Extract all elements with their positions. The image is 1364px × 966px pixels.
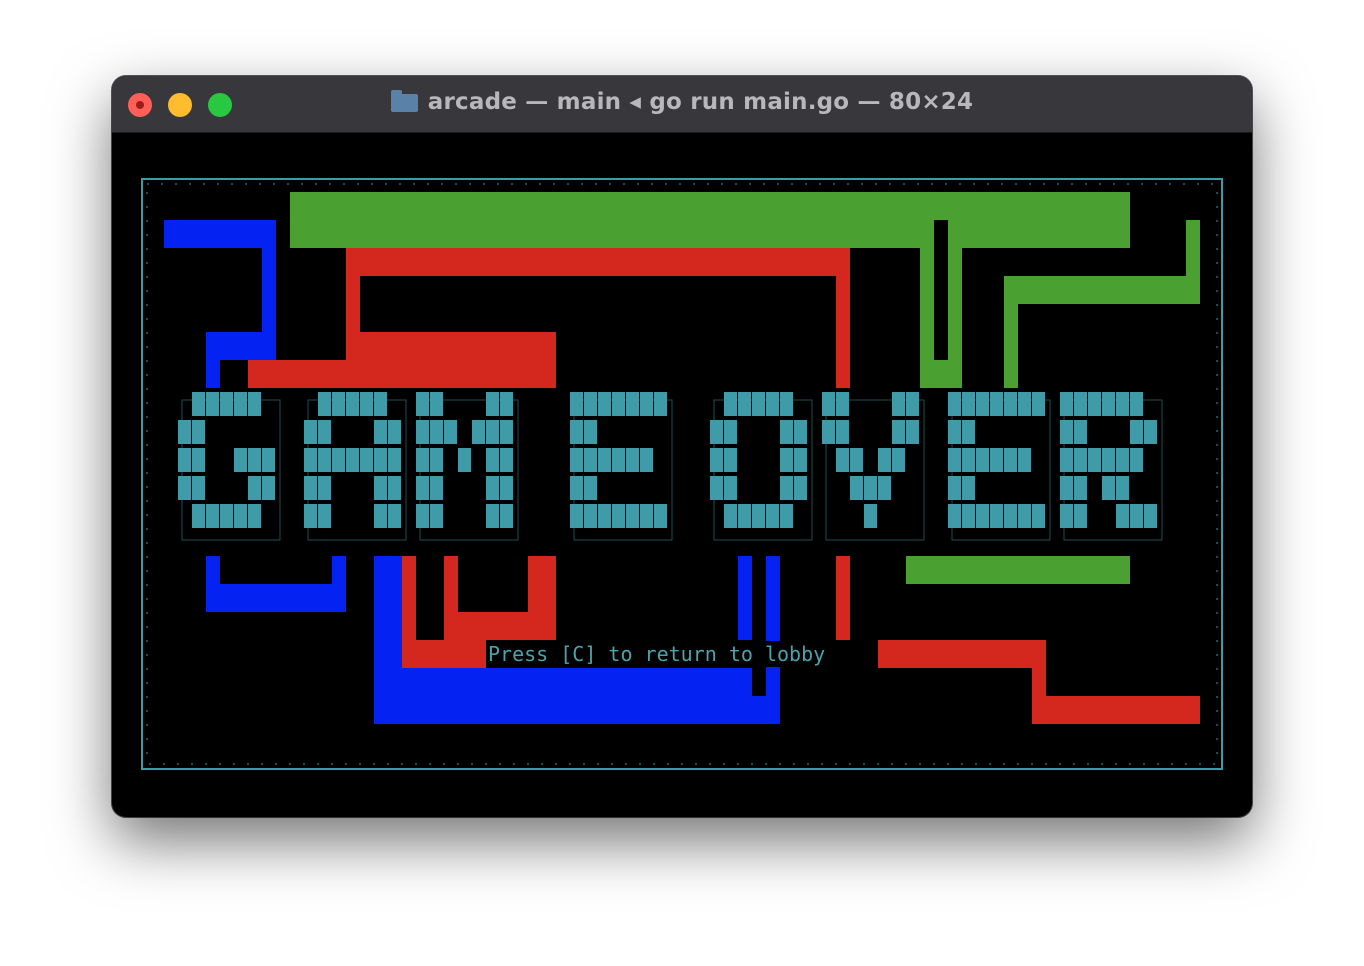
terminal-window: arcade — main ◂ go run main.go — 80×24 (112, 76, 1252, 817)
return-to-lobby-prompt: Press [C] to return to lobby (486, 641, 828, 667)
title-bar[interactable]: arcade — main ◂ go run main.go — 80×24 (112, 76, 1252, 133)
folder-icon (390, 90, 418, 112)
window-title: arcade — main ◂ go run main.go — 80×24 (112, 89, 1252, 115)
window-title-text: arcade — main ◂ go run main.go — 80×24 (427, 89, 974, 115)
